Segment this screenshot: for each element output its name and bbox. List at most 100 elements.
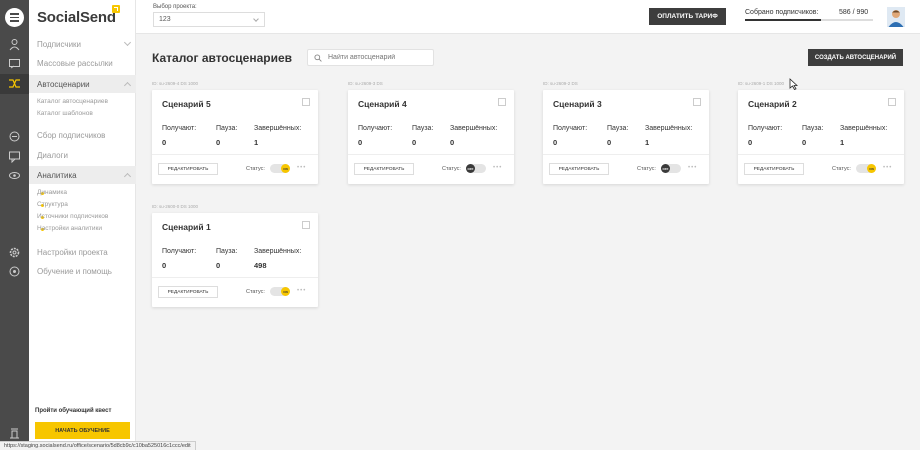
edit-button[interactable]: РЕДАКТИРОВАТЬ [549, 163, 609, 175]
more-options-icon[interactable]: ••• [493, 165, 502, 171]
scenario-title[interactable]: Сценарий 4 [358, 99, 407, 109]
received-label: Получают: [162, 125, 197, 132]
scenario-title[interactable]: Сценарий 2 [748, 99, 797, 109]
received-value: 0 [553, 138, 558, 147]
brand-logo[interactable]: SocialSend [37, 9, 116, 26]
pause-label: Пауза: [607, 125, 629, 132]
status-toggle[interactable]: OFF [466, 164, 486, 173]
sidebar-subitem-analytics-settings[interactable]: Настройки аналитики [29, 225, 136, 232]
top-bar: Выбор проекта: 123 ОПЛАТИТЬ ТАРИФ Собран… [136, 0, 920, 34]
edit-button[interactable]: РЕДАКТИРОВАТЬ [158, 286, 218, 298]
edit-button[interactable]: РЕДАКТИРОВАТЬ [744, 163, 804, 175]
more-options-icon[interactable]: ••• [297, 165, 306, 171]
status-toggle-knob: OFF [466, 164, 475, 173]
select-checkbox[interactable] [302, 98, 310, 106]
create-autoscenario-button[interactable]: СОЗДАТЬ АВТОСЦЕНАРИЙ [808, 49, 903, 66]
status-toggle-knob: ON [281, 287, 290, 296]
sidebar: SocialSend Подписчики Массовые рассылки … [29, 0, 136, 450]
received-value: 0 [748, 138, 753, 147]
sidebar-item-subscribers[interactable]: Подписчики [29, 35, 136, 53]
done-value: 498 [254, 261, 267, 270]
sidebar-subitem-dynamics[interactable]: Динамика [29, 189, 136, 196]
select-checkbox[interactable] [302, 221, 310, 229]
status-label: Статус: [637, 166, 656, 172]
done-label: Завершённых: [254, 125, 302, 132]
pause-label: Пауза: [412, 125, 434, 132]
select-checkbox[interactable] [693, 98, 701, 106]
status-toggle[interactable]: ON [270, 164, 290, 173]
scenario-card[interactable]: Сценарий 4 Получают: Пауза: Завершённых: 0 0 0… [348, 90, 514, 184]
sidebar-item-help[interactable]: Обучение и помощь [29, 262, 136, 280]
pause-label: Пауза: [216, 248, 238, 255]
dialogs-icon[interactable] [8, 150, 21, 163]
avatar[interactable] [887, 7, 905, 27]
edit-button[interactable]: РЕДАКТИРОВАТЬ [158, 163, 218, 175]
sidebar-subitem-template-catalog[interactable]: Каталог шаблонов [29, 110, 136, 117]
sidebar-subitem-structure[interactable]: Структура [29, 201, 136, 208]
edit-button[interactable]: РЕДАКТИРОВАТЬ [354, 163, 414, 175]
settings-icon[interactable] [8, 246, 21, 259]
sidebar-item-analytics[interactable]: Аналитика [29, 166, 136, 184]
scenario-id: ID: su-2609-2 DS [543, 81, 578, 86]
scenario-card[interactable]: Сценарий 1 Получают: Пауза: Завершённых: 0 0 4… [152, 213, 318, 307]
done-value: 0 [450, 138, 455, 147]
card-divider [152, 154, 318, 155]
card-divider [348, 154, 514, 155]
pay-tariff-button[interactable]: ОПЛАТИТЬ ТАРИФ [649, 8, 726, 25]
autoscenarios-icon[interactable] [8, 77, 21, 90]
scenario-title[interactable]: Сценарий 5 [162, 99, 211, 109]
status-toggle[interactable]: ON [856, 164, 876, 173]
pause-value: 0 [216, 138, 221, 147]
received-value: 0 [162, 138, 167, 147]
more-options-icon[interactable]: ••• [883, 165, 892, 171]
quest-icon[interactable] [8, 426, 21, 439]
status-label: Статус: [442, 166, 461, 172]
sidebar-item-label: Настройки проекта [37, 247, 108, 257]
scenario-title[interactable]: Сценарий 1 [162, 222, 211, 232]
done-value: 1 [254, 138, 259, 147]
sidebar-item-collect[interactable]: Сбор подписчиков [29, 126, 136, 144]
cursor-icon [789, 78, 798, 90]
received-label: Получают: [553, 125, 588, 132]
broadcast-icon[interactable] [8, 57, 21, 70]
icon-rail [0, 0, 29, 450]
done-value: 1 [645, 138, 650, 147]
collect-icon[interactable] [8, 130, 21, 143]
scenario-card[interactable]: Сценарий 3 Получают: Пауза: Завершённых: 0 0 1… [543, 90, 709, 184]
chevron-up-icon [123, 81, 132, 90]
sidebar-item-autoscenarios[interactable]: Автосценарии [29, 75, 136, 93]
sidebar-item-broadcasts[interactable]: Массовые рассылки [29, 54, 136, 72]
sidebar-item-label: Автосценарии [37, 79, 90, 89]
more-options-icon[interactable]: ••• [297, 288, 306, 294]
status-label: Статус: [246, 166, 265, 172]
search-input[interactable] [307, 49, 434, 66]
sidebar-item-label: Аналитика [37, 170, 77, 180]
help-icon[interactable] [8, 265, 21, 278]
pause-value: 0 [216, 261, 221, 270]
sidebar-subitem-scenario-catalog[interactable]: Каталог автосценариев [29, 98, 136, 105]
sidebar-subitem-sources[interactable]: Источники подписчиков [29, 213, 136, 220]
select-checkbox[interactable] [498, 98, 506, 106]
select-checkbox[interactable] [888, 98, 896, 106]
sidebar-item-label: Подписчики [37, 39, 82, 49]
brand-badge-icon [112, 5, 120, 13]
card-divider [738, 154, 904, 155]
sidebar-item-project-settings[interactable]: Настройки проекта [29, 243, 136, 261]
status-toggle-knob: ON [867, 164, 876, 173]
quest-label: Пройти обучающий квест [35, 408, 112, 414]
scenario-title[interactable]: Сценарий 3 [553, 99, 602, 109]
project-select[interactable]: 123 [153, 12, 265, 27]
scenario-card[interactable]: Сценарий 2 Получают: Пауза: Завершённых: 0 0 1… [738, 90, 904, 184]
status-toggle[interactable]: OFF [661, 164, 681, 173]
scenario-card[interactable]: Сценарий 5 Получают: Пауза: Завершённых: 0 0 1… [152, 90, 318, 184]
menu-icon[interactable] [5, 8, 24, 27]
status-url: https://staging.socialsend.ru/office/sce… [0, 441, 196, 450]
status-toggle[interactable]: ON [270, 287, 290, 296]
analytics-icon[interactable] [8, 169, 21, 182]
start-training-button[interactable]: НАЧАТЬ ОБУЧЕНИЕ [35, 422, 130, 439]
pause-value: 0 [607, 138, 612, 147]
sidebar-item-dialogs[interactable]: Диалоги [29, 146, 136, 164]
status-label: Статус: [832, 166, 851, 172]
subscribers-icon[interactable] [8, 38, 21, 51]
more-options-icon[interactable]: ••• [688, 165, 697, 171]
